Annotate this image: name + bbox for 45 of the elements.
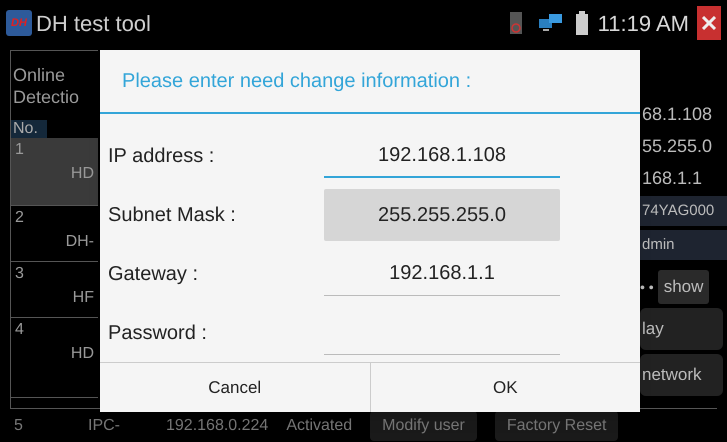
field-label: IP address : (107, 144, 216, 169)
action-button[interactable]: lay (640, 308, 723, 350)
show-button[interactable]: show (658, 270, 710, 304)
row-number: 3 (15, 264, 25, 284)
sd-card-icon (508, 11, 524, 35)
close-button[interactable] (697, 6, 721, 40)
clock: 11:19 AM (598, 10, 689, 38)
dialog-button[interactable]: Cancel (100, 363, 370, 412)
detail-field[interactable]: dmin (640, 230, 727, 260)
ip-text: 192.168.0.224 (166, 416, 268, 436)
row-number: 4 (15, 320, 25, 340)
list-heading: Online (13, 64, 66, 86)
password-dots: • • (640, 278, 654, 296)
field-label: Subnet Mask : (107, 202, 237, 228)
detail-value: 168.1.1 (641, 167, 704, 190)
input-field[interactable]: 192.168.1.108 (324, 134, 560, 178)
field-label: Password : (107, 320, 208, 346)
row-text: IPC- (88, 416, 121, 436)
list-row[interactable]: 1 HD (11, 138, 98, 206)
row-number: 1 (15, 140, 25, 160)
column-header: No. (11, 120, 47, 138)
row-text: DH- (66, 232, 94, 252)
input-field[interactable]: 192.168.1.1 (324, 252, 560, 296)
close-icon (702, 16, 716, 30)
row-text: HD (70, 164, 94, 184)
row-text: HF (72, 288, 94, 308)
row-action-button[interactable]: Factory Reset (494, 410, 618, 440)
detail-value: 68.1.108 (641, 103, 714, 126)
row-number: 5 (13, 416, 24, 436)
field-label: Gateway : (107, 262, 200, 287)
subnet-select[interactable]: 255.255.255.0 (324, 188, 560, 241)
action-button[interactable]: network (640, 354, 723, 396)
list-heading: Detectio (13, 86, 80, 108)
app-title: DH test tool (36, 10, 151, 38)
detail-field[interactable]: 74YAG000 (640, 196, 727, 226)
detail-value: 55.255.0 (641, 135, 714, 158)
row-text: HD (70, 344, 94, 364)
app-logo: DH (6, 10, 32, 36)
network-icon (538, 13, 564, 33)
battery-icon (576, 11, 588, 35)
dialog-button[interactable]: OK (370, 363, 640, 412)
row-number: 2 (15, 208, 25, 228)
row-action-button[interactable]: Modify user (370, 410, 477, 440)
status-text: Activated (286, 416, 352, 436)
dialog-title: Please enter need change information : (122, 69, 472, 94)
